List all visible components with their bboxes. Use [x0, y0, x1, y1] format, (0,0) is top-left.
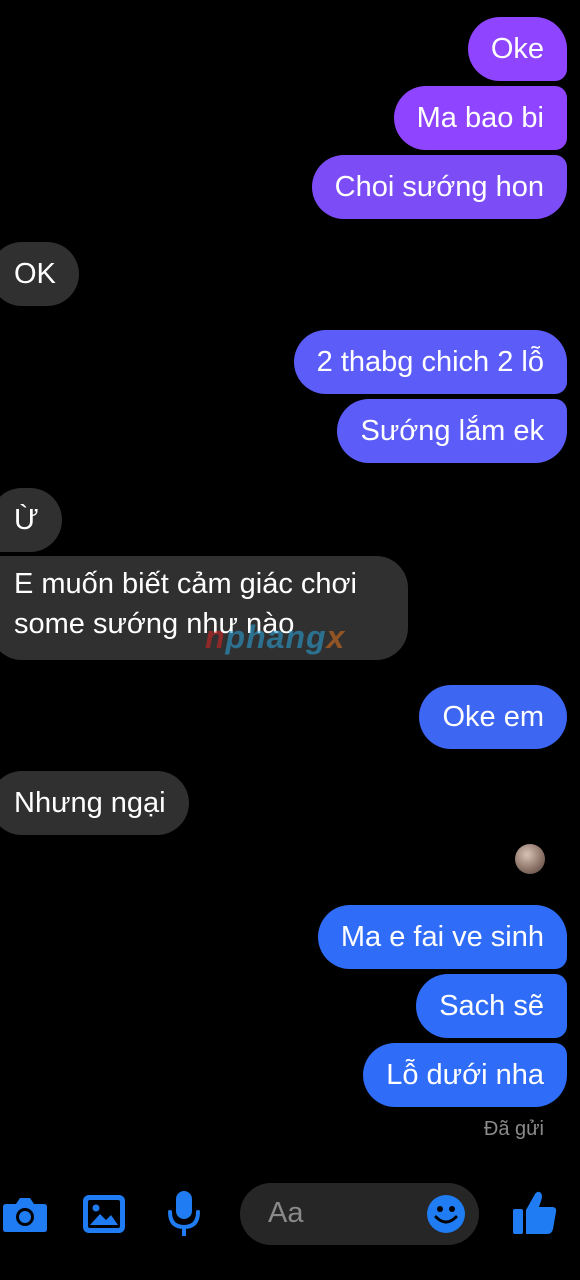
message-input-placeholder: Aa	[268, 1197, 304, 1229]
microphone-icon[interactable]	[166, 1190, 202, 1238]
message-bubble[interactable]: Ừ	[0, 488, 62, 552]
message-input[interactable]: Aa	[240, 1183, 479, 1245]
message-bubble[interactable]: Ma e fai ve sinh	[317, 905, 567, 969]
message-bubble[interactable]: Sướng lắm ek	[337, 399, 567, 463]
thumbs-up-icon[interactable]	[512, 1190, 558, 1236]
message-bubble[interactable]: OK	[0, 242, 79, 306]
image-icon[interactable]	[82, 1194, 126, 1234]
message-bubble[interactable]: Nhưng ngại	[0, 771, 189, 835]
camera-icon[interactable]	[2, 1194, 48, 1234]
message-bubble[interactable]: Lỗ dưới nha	[363, 1043, 567, 1107]
message-bubble[interactable]: 2 thabg chich 2 lỗ	[293, 330, 567, 394]
message-composer: Aa	[0, 1180, 580, 1250]
message-bubble[interactable]: E muốn biết cảm giác chơi some sướng như…	[0, 556, 408, 660]
watermark-logo: nphangx	[205, 619, 346, 655]
message-bubble[interactable]: Choi sướng hon	[311, 155, 567, 219]
message-bubble[interactable]: Ma bao bi	[393, 86, 567, 150]
seen-avatar	[515, 844, 545, 874]
emoji-icon[interactable]	[426, 1194, 466, 1234]
message-bubble[interactable]: Oke	[467, 17, 567, 81]
message-bubble[interactable]: Sach sẽ	[416, 974, 567, 1038]
message-bubble[interactable]: Oke em	[419, 685, 567, 749]
sent-status: Đã gửi	[483, 1118, 544, 1140]
